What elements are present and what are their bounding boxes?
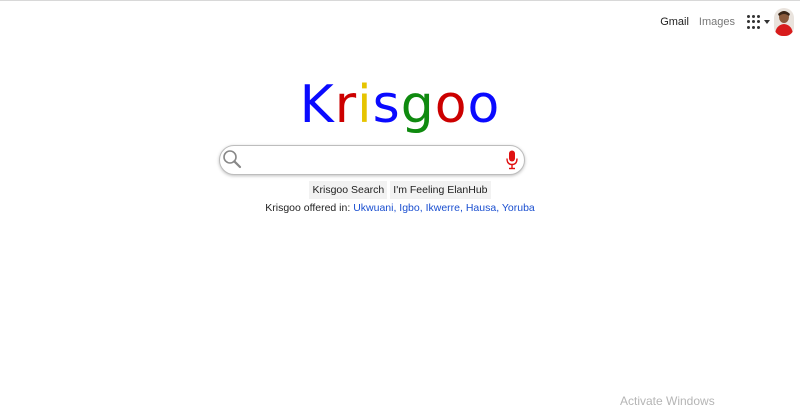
activate-windows-watermark: Activate Windows: [620, 394, 715, 405]
apps-grid-icon[interactable]: [747, 15, 761, 29]
logo-letter: o: [467, 75, 501, 135]
language-link-igbo[interactable]: Igbo,: [399, 202, 422, 214]
logo-letter: s: [372, 75, 401, 135]
language-link-yoruba[interactable]: Yoruba: [502, 202, 535, 214]
avatar[interactable]: [774, 8, 794, 36]
microphone-icon[interactable]: [506, 150, 518, 170]
avatar-icon: [774, 8, 794, 36]
search-buttons: Krisgoo Search I'm Feeling ElanHub: [0, 181, 800, 199]
images-link[interactable]: Images: [699, 16, 735, 28]
search-button[interactable]: Krisgoo Search: [309, 181, 388, 199]
logo-letter: g: [400, 75, 435, 135]
logo-letter: r: [334, 75, 358, 135]
search-icon: [223, 150, 242, 169]
top-bar: Gmail Images: [660, 7, 794, 37]
logo-letter: K: [299, 75, 335, 135]
gmail-link[interactable]: Gmail: [660, 16, 689, 28]
language-link-ikwerre[interactable]: Ikwerre,: [426, 202, 463, 214]
logo: Krisgoo: [0, 73, 800, 137]
search-input[interactable]: [244, 149, 500, 171]
feeling-lucky-button[interactable]: I'm Feeling ElanHub: [390, 181, 491, 199]
language-link-ukwuani[interactable]: Ukwuani,: [353, 202, 396, 214]
logo-letter: o: [434, 75, 468, 135]
offered-prefix: Krisgoo offered in:: [265, 202, 351, 214]
caret-down-icon[interactable]: [764, 20, 770, 24]
languages-offered: Krisgoo offered in: Ukwuani, Igbo, Ikwer…: [0, 202, 800, 214]
language-link-hausa[interactable]: Hausa,: [466, 202, 499, 214]
search-box[interactable]: [219, 145, 525, 175]
page: Gmail Images Krisgoo Krisgoo Search I'm …: [0, 0, 800, 405]
logo-letter: i: [357, 75, 373, 135]
